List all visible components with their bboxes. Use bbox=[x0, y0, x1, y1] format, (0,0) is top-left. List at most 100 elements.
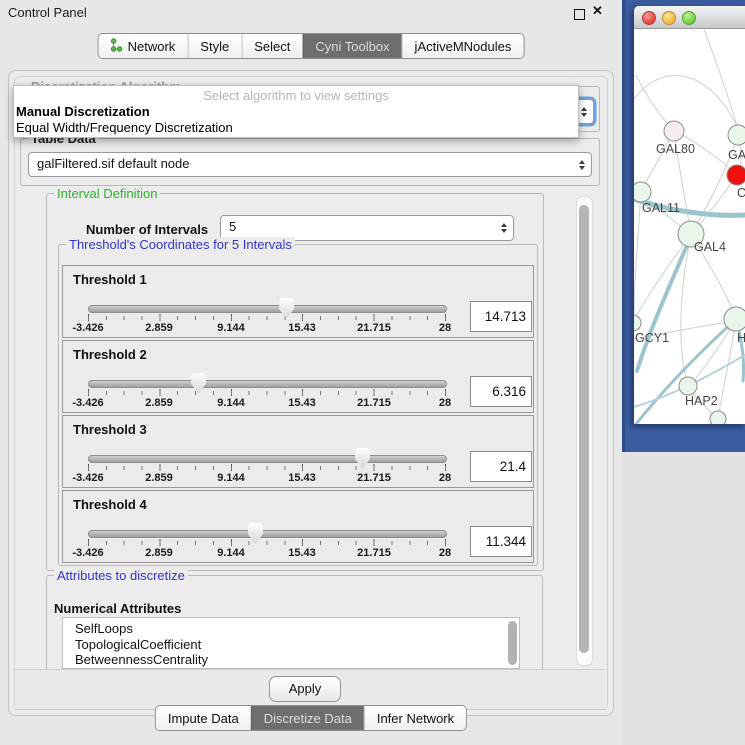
zoom-traffic-light-icon[interactable] bbox=[682, 11, 696, 25]
network-view-window: GAL80 GA C GAL11 GAL4 GCY1 H HAP2 bbox=[634, 6, 745, 424]
tick-label: 28 bbox=[439, 472, 451, 484]
tick-label: -3.426 bbox=[72, 397, 103, 409]
numerical-attributes-label: Numerical Attributes bbox=[54, 601, 181, 616]
tick-label: 15.43 bbox=[288, 547, 316, 559]
threshold-2-label: Threshold 2 bbox=[73, 347, 147, 362]
node-label: GA bbox=[728, 148, 745, 162]
tick-label: 21.715 bbox=[357, 472, 391, 484]
tick-label: 21.715 bbox=[357, 322, 391, 334]
algorithm-dropdown-popup: Select algorithm to view settings Manual… bbox=[13, 85, 579, 138]
tick-label: 9.144 bbox=[217, 322, 245, 334]
tick-label: 9.144 bbox=[217, 547, 245, 559]
threshold-3-value-field[interactable]: 21.4 bbox=[470, 451, 532, 482]
threshold-2-slider[interactable] bbox=[88, 380, 447, 388]
tab-cyni-toolbox[interactable]: Cyni Toolbox bbox=[302, 34, 401, 58]
node-gal80[interactable] bbox=[664, 121, 684, 141]
network-window-titlebar[interactable] bbox=[634, 6, 745, 29]
tab-infer-network[interactable]: Infer Network bbox=[364, 706, 466, 730]
num-intervals-value: 5 bbox=[229, 216, 236, 238]
apply-button[interactable]: Apply bbox=[269, 676, 341, 702]
combo-stepper-icon bbox=[501, 223, 507, 233]
node-label: H bbox=[737, 331, 745, 345]
threshold-4-panel: Threshold 4 -3.426 2.859 9.144 15.43 21.… bbox=[62, 490, 534, 563]
panel-scrollbar-track[interactable] bbox=[576, 196, 593, 666]
tick-label: 2.859 bbox=[145, 397, 173, 409]
table-data-combobox[interactable]: galFiltered.sif default node bbox=[28, 152, 592, 177]
num-intervals-label: Number of Intervals bbox=[86, 222, 208, 237]
tick-label: 28 bbox=[439, 322, 451, 334]
node-label: HAP2 bbox=[685, 394, 718, 408]
node-h[interactable] bbox=[724, 307, 745, 331]
tick-label: -3.426 bbox=[72, 547, 103, 559]
list-scrollbar-thumb[interactable] bbox=[508, 621, 517, 665]
dropdown-option-manual[interactable]: Manual Discretization bbox=[16, 104, 150, 119]
minimize-traffic-light-icon[interactable] bbox=[662, 11, 676, 25]
tab-network-label: Network bbox=[128, 39, 176, 54]
tick-label: 15.43 bbox=[288, 322, 316, 334]
tick-label: 2.859 bbox=[145, 547, 173, 559]
top-tab-bar: Network Style Select Cyni Toolbox jActiv… bbox=[98, 33, 525, 59]
control-panel: Control Panel ✕ Network Style Select bbox=[0, 0, 622, 745]
tab-network[interactable]: Network bbox=[99, 34, 188, 58]
tab-impute-data[interactable]: Impute Data bbox=[156, 706, 251, 730]
tick-label: 15.43 bbox=[288, 472, 316, 484]
node-label: GCY1 bbox=[635, 331, 669, 345]
node-highlighted-red[interactable] bbox=[727, 165, 745, 185]
tick-label: 15.43 bbox=[288, 397, 316, 409]
threshold-4-slider[interactable] bbox=[88, 530, 447, 538]
dropdown-prompt: Select algorithm to view settings bbox=[14, 88, 578, 103]
combo-stepper-icon bbox=[579, 160, 585, 170]
list-item[interactable]: TopologicalCoefficient bbox=[63, 637, 519, 653]
list-item[interactable]: SelfLoops bbox=[63, 618, 519, 637]
tick-label: 28 bbox=[439, 547, 451, 559]
threshold-2-value-field[interactable]: 6.316 bbox=[470, 376, 532, 407]
threshold-3-panel: Threshold 3 -3.426 2.859 9.144 15.43 21.… bbox=[62, 415, 534, 488]
tick-label: 21.715 bbox=[357, 547, 391, 559]
node-label: GAL80 bbox=[656, 142, 695, 156]
tick-label: -3.426 bbox=[72, 322, 103, 334]
tab-discretize-data[interactable]: Discretize Data bbox=[251, 706, 364, 730]
dropdown-option-equal-width[interactable]: Equal Width/Frequency Discretization bbox=[16, 120, 233, 135]
tick-label: -3.426 bbox=[72, 472, 103, 484]
tab-style[interactable]: Style bbox=[187, 34, 241, 58]
node-gal11[interactable] bbox=[634, 182, 651, 202]
threshold-1-slider[interactable] bbox=[88, 305, 447, 313]
threshold-4-value-field[interactable]: 11.344 bbox=[470, 526, 532, 557]
float-window-icon[interactable] bbox=[574, 9, 585, 20]
tick-label: 2.859 bbox=[145, 322, 173, 334]
node-bottom[interactable] bbox=[710, 411, 726, 424]
close-icon[interactable]: ✕ bbox=[592, 3, 603, 19]
panel-title: Control Panel bbox=[8, 5, 87, 20]
network-canvas[interactable]: GAL80 GA C GAL11 GAL4 GCY1 H HAP2 bbox=[634, 29, 745, 424]
node-ga[interactable] bbox=[728, 125, 745, 145]
node-gcy1[interactable] bbox=[634, 315, 641, 331]
threshold-3-slider[interactable] bbox=[88, 455, 447, 463]
tab-select[interactable]: Select bbox=[241, 34, 302, 58]
node-hap2[interactable] bbox=[679, 377, 697, 395]
network-icon bbox=[111, 38, 123, 55]
tick-label: 21.715 bbox=[357, 397, 391, 409]
combo-stepper-icon bbox=[581, 107, 587, 117]
numerical-attributes-list[interactable]: SelfLoops TopologicalCoefficient Between… bbox=[62, 617, 520, 669]
list-item[interactable]: BetweennessCentrality bbox=[63, 652, 519, 668]
threshold-1-panel: Threshold 1 -3.426 2.859 9.144 15.43 21.… bbox=[62, 265, 534, 338]
app-root: Control Panel ✕ Network Style Select bbox=[0, 0, 745, 745]
table-data-value: galFiltered.sif default node bbox=[37, 153, 189, 175]
threshold-3-label: Threshold 3 bbox=[73, 422, 147, 437]
panel-scrollbar-thumb[interactable] bbox=[579, 205, 589, 653]
threshold-2-panel: Threshold 2 -3.426 2.859 9.144 15.43 21.… bbox=[62, 340, 534, 413]
interval-definition-title: Interval Definition bbox=[54, 186, 160, 201]
table-panel: Table Panel ⚙ ☑ ☑ shared... n YDL19...YD… bbox=[622, 452, 745, 745]
threshold-4-label: Threshold 4 bbox=[73, 497, 147, 512]
tick-label: 9.144 bbox=[217, 397, 245, 409]
threshold-1-label: Threshold 1 bbox=[73, 272, 147, 287]
tick-label: 9.144 bbox=[217, 472, 245, 484]
threshold-1-value-field[interactable]: 14.713 bbox=[470, 301, 532, 332]
tab-jactivemnodules[interactable]: jActiveMNodules bbox=[402, 34, 524, 58]
tick-label: 2.859 bbox=[145, 472, 173, 484]
close-traffic-light-icon[interactable] bbox=[642, 11, 656, 25]
node-label: C bbox=[737, 186, 745, 200]
thresholds-group-title: Threshold's Coordinates for 5 Intervals bbox=[66, 237, 295, 252]
tick-label: 28 bbox=[439, 397, 451, 409]
attributes-group-title: Attributes to discretize bbox=[54, 568, 188, 583]
